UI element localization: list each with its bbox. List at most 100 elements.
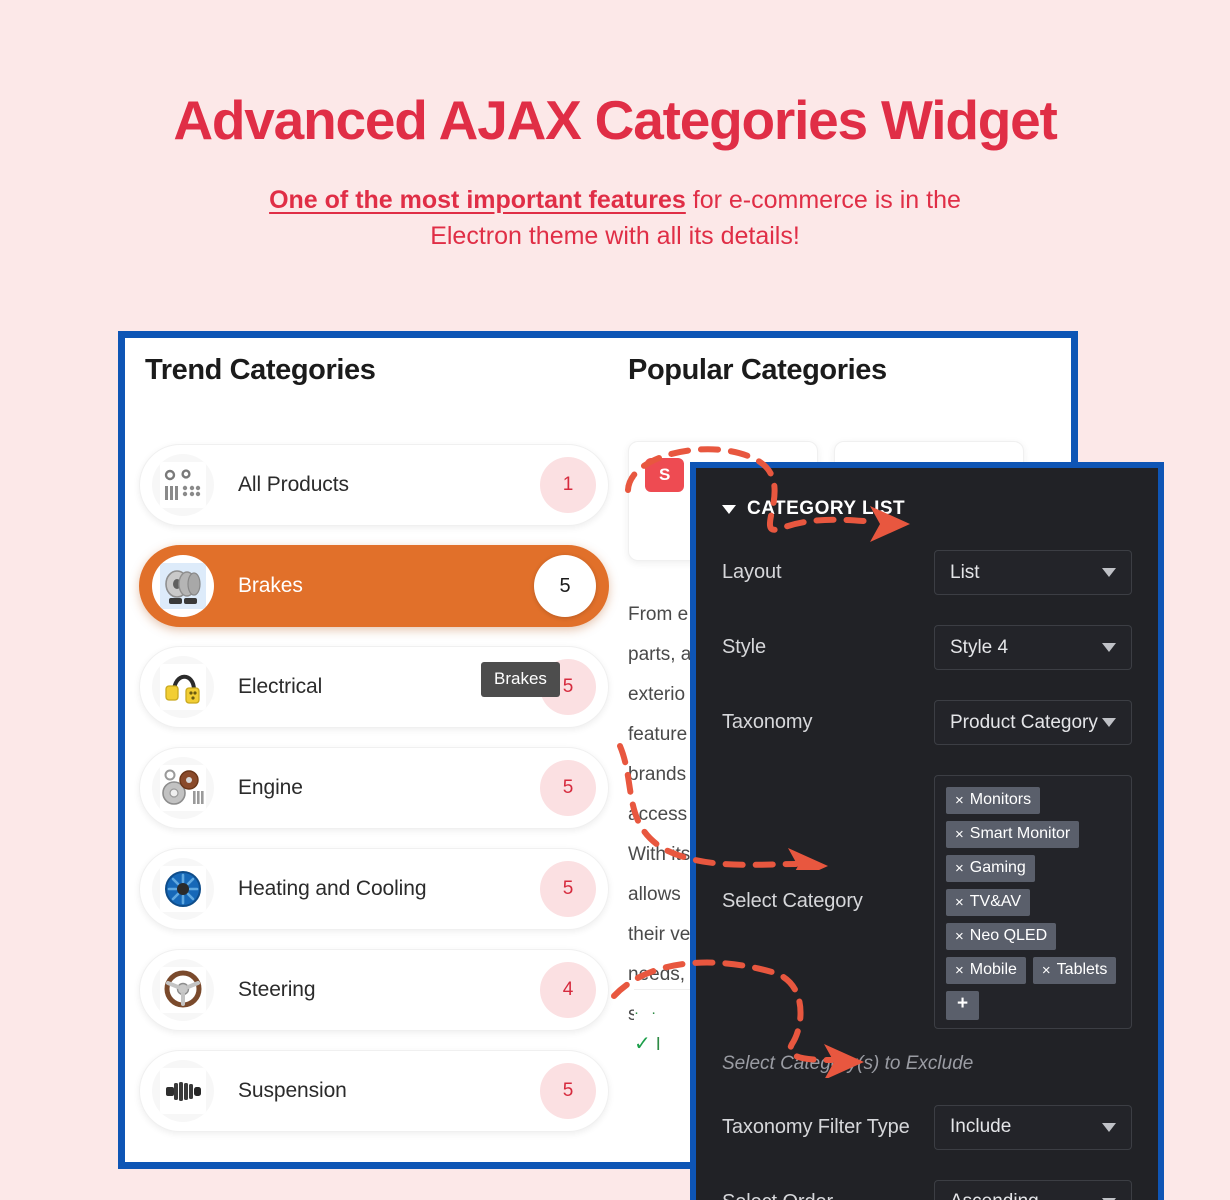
- popular-categories-heading: Popular Categories: [628, 354, 887, 386]
- category-row-brakes[interactable]: Brakes 5: [139, 545, 609, 627]
- settings-section-header[interactable]: CATEGORY LIST: [722, 498, 1132, 520]
- close-icon[interactable]: ×: [955, 929, 964, 944]
- electrical-connector-icon: [160, 664, 206, 710]
- chevron-down-icon: [722, 504, 736, 514]
- chevron-down-icon: [1102, 718, 1116, 727]
- category-tag[interactable]: × Mobile: [946, 957, 1026, 984]
- brakes-tooltip: Brakes: [481, 662, 560, 697]
- settings-fields-upper: Layout List Style Style 4 Taxonomy Product Ca…: [722, 550, 1132, 745]
- category-tag[interactable]: × TV&AV: [946, 889, 1031, 916]
- trend-categories-column: Trend Categories All Products 1 Brakes 5 Ele…: [139, 354, 609, 1151]
- subtitle-emphasis: One of the most important features: [269, 185, 686, 214]
- setting-select-value: Style 4: [950, 636, 1009, 658]
- select-category-field: Select Category × Monitors × Smart Monitor ×…: [722, 775, 1132, 1029]
- category-tag-label: Tablets: [1056, 961, 1108, 978]
- subtitle-rest: for e-commerce is in the: [685, 185, 961, 214]
- category-row-suspension[interactable]: Suspension 5: [139, 1050, 609, 1132]
- close-icon[interactable]: ×: [955, 793, 964, 808]
- category-label: Brakes: [238, 574, 303, 597]
- category-tag[interactable]: × Smart Monitor: [946, 821, 1080, 848]
- settings-fields-lower: Taxonomy Filter Type Include Select Order A…: [722, 1104, 1132, 1200]
- chevron-down-icon: [1102, 568, 1116, 577]
- category-tag[interactable]: × Tablets: [1032, 957, 1117, 984]
- category-thumbnail: [152, 656, 214, 718]
- trend-category-list: All Products 1 Brakes 5 Electrical 5 Engine 5 He…: [139, 444, 609, 1132]
- setting-field-style: Style Style 4: [722, 625, 1132, 670]
- page-subtitle: One of the most important features for e…: [0, 182, 1230, 255]
- close-icon[interactable]: ×: [955, 827, 964, 842]
- setting-label: Taxonomy: [722, 711, 813, 733]
- category-count-badge: 5: [540, 760, 596, 816]
- setting-select-value: Include: [950, 1116, 1012, 1138]
- category-thumbnail: [152, 858, 214, 920]
- category-tag[interactable]: × Neo QLED: [946, 923, 1057, 950]
- category-count-badge: 4: [540, 962, 596, 1018]
- bolts-and-fasteners-icon: [160, 462, 206, 508]
- category-row-all-products[interactable]: All Products 1: [139, 444, 609, 526]
- select-category-tag-input[interactable]: × Monitors × Smart Monitor × Gaming × TV&AV × Neo…: [934, 775, 1132, 1029]
- brake-disc-icon: [160, 563, 206, 609]
- setting-label: Style: [722, 636, 766, 658]
- shock-absorber-icon: [160, 1068, 206, 1114]
- category-tag-label: Mobile: [969, 961, 1017, 978]
- setting-field-layout: Layout List: [722, 550, 1132, 595]
- category-label: Engine: [238, 776, 303, 799]
- setting-label: Layout: [722, 561, 782, 583]
- setting-select-value: Ascending: [950, 1191, 1039, 1200]
- category-count-badge: 5: [540, 1063, 596, 1119]
- category-count-badge: 1: [540, 457, 596, 513]
- setting-select-value: Product Category: [950, 711, 1098, 733]
- subtitle-line2: Electron theme with all its details!: [430, 222, 800, 250]
- category-row-steering[interactable]: Steering 4: [139, 949, 609, 1031]
- check-icon: ✓: [634, 1033, 651, 1055]
- category-tag-label: TV&AV: [969, 893, 1022, 910]
- setting-field-taxonomy-filter-type: Taxonomy Filter Type Include: [722, 1104, 1132, 1150]
- category-label: Suspension: [238, 1079, 347, 1102]
- setting-select[interactable]: Ascending: [934, 1179, 1132, 1200]
- blue-fan-wheel-icon: [160, 866, 206, 912]
- setting-select[interactable]: List: [934, 550, 1132, 595]
- exclude-category-placeholder[interactable]: Select Category(s) to Exclude: [722, 1053, 1132, 1075]
- close-icon[interactable]: ×: [955, 895, 964, 910]
- category-label: Heating and Cooling: [238, 877, 427, 900]
- category-tag-label: Smart Monitor: [969, 825, 1071, 842]
- page-title: Advanced AJAX Categories Widget: [173, 89, 1057, 151]
- category-row-engine[interactable]: Engine 5: [139, 747, 609, 829]
- close-icon[interactable]: ×: [955, 861, 964, 876]
- category-count-badge: 5: [540, 861, 596, 917]
- category-count-badge: 5: [534, 555, 596, 617]
- chevron-down-icon: [1102, 643, 1116, 652]
- category-tag-label: Monitors: [969, 791, 1032, 808]
- category-thumbnail: [152, 1060, 214, 1122]
- close-icon[interactable]: ×: [1042, 963, 1051, 978]
- steering-wheel-icon: [160, 967, 206, 1013]
- chevron-down-icon: [1102, 1122, 1116, 1132]
- category-row-heating-and-cooling[interactable]: Heating and Cooling 5: [139, 848, 609, 930]
- select-category-label: Select Category: [722, 890, 863, 913]
- add-tag-button[interactable]: +: [946, 991, 980, 1020]
- setting-select[interactable]: Style 4: [934, 625, 1132, 670]
- category-label: All Products: [238, 473, 349, 496]
- category-thumbnail: [152, 454, 214, 516]
- setting-select[interactable]: Product Category: [934, 700, 1132, 745]
- setting-select[interactable]: Include: [934, 1104, 1132, 1150]
- setting-label: Select Order: [722, 1191, 934, 1200]
- category-tag[interactable]: × Monitors: [946, 787, 1041, 814]
- category-tag[interactable]: × Gaming: [946, 855, 1035, 882]
- sale-badge: S: [645, 458, 685, 492]
- settings-section-title: CATEGORY LIST: [747, 498, 906, 519]
- category-label: Steering: [238, 978, 316, 1001]
- footer-check-text: I: [655, 1034, 661, 1054]
- category-list-settings-panel: CATEGORY LIST Layout List Style Style 4 Taxo…: [690, 462, 1164, 1200]
- setting-field-taxonomy: Taxonomy Product Category: [722, 700, 1132, 745]
- setting-field-select-order: Select Order Ascending: [722, 1179, 1132, 1200]
- close-icon[interactable]: ×: [955, 963, 964, 978]
- category-thumbnail: [152, 959, 214, 1021]
- category-thumbnail: [152, 555, 214, 617]
- category-thumbnail: [152, 757, 214, 819]
- engine-clutch-icon: [160, 765, 206, 811]
- page-header: Advanced AJAX Categories Widget One of t…: [0, 0, 1230, 254]
- category-tag-label: Gaming: [969, 859, 1026, 876]
- setting-select-value: List: [950, 561, 980, 583]
- setting-label: Taxonomy Filter Type: [722, 1115, 910, 1138]
